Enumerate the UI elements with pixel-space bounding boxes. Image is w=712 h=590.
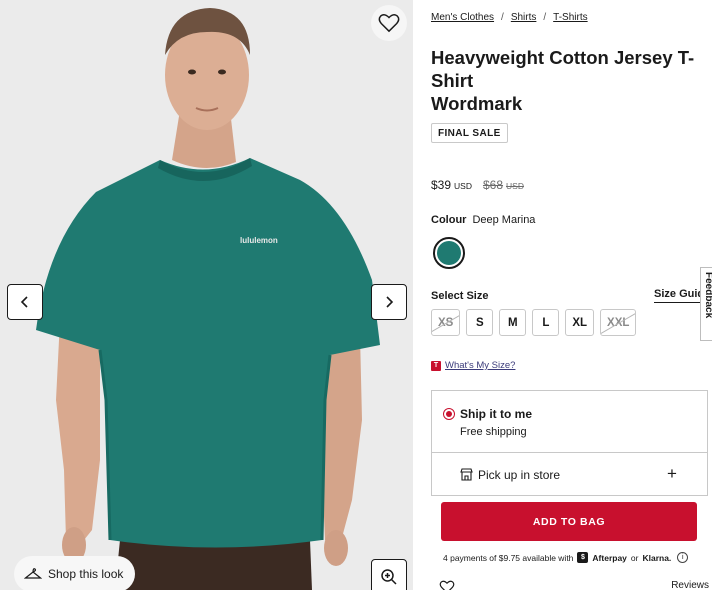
fulfillment-options: Ship it to me Free shipping Pick up in s… — [431, 390, 708, 496]
colour-label: Colour — [431, 214, 467, 226]
installment-info: 4 payments of $9.75 available with $ Aft… — [443, 552, 689, 563]
heart-icon[interactable] — [439, 580, 455, 590]
colour-row: Colour Deep Marina — [431, 214, 535, 226]
feedback-tab[interactable]: Feedback — [700, 267, 712, 341]
chevron-left-icon — [20, 296, 28, 308]
next-image-button[interactable] — [371, 284, 407, 320]
pickup-in-store-option[interactable]: Pick up in store + — [432, 453, 707, 495]
previous-image-button[interactable] — [7, 284, 43, 320]
current-price-currency: USD — [454, 181, 472, 191]
bottom-actions: Reviews — [439, 580, 709, 590]
breadcrumb-mens-clothes[interactable]: Men's Clothes — [431, 12, 494, 23]
reviews-link[interactable]: Reviews — [671, 580, 709, 590]
breadcrumb-shirts[interactable]: Shirts — [511, 12, 537, 23]
product-title: Heavyweight Cotton Jersey T-Shirt Wordma… — [431, 46, 711, 115]
product-title-sub: Wordmark — [431, 93, 523, 114]
original-price-currency: USD — [506, 181, 524, 191]
installment-text: 4 payments of $9.75 available with — [443, 552, 574, 563]
breadcrumb: Men's Clothes / Shirts / T-Shirts — [431, 12, 588, 23]
heart-icon — [378, 14, 400, 33]
whats-my-size[interactable]: T What's My Size? — [431, 360, 515, 371]
shop-this-look-button[interactable]: Shop this look — [14, 556, 136, 590]
colour-swatch-deep-marina[interactable] — [433, 237, 465, 269]
product-image-gallery: lululemon Shop this look — [0, 0, 413, 590]
swatch-fill — [437, 241, 461, 265]
final-sale-badge: FINAL SALE — [431, 123, 508, 143]
product-title-main: Heavyweight Cotton Jersey T-Shirt — [431, 47, 695, 91]
size-option-xs[interactable]: XS — [431, 309, 461, 336]
whats-my-size-link[interactable]: What's My Size? — [445, 360, 515, 371]
breadcrumb-separator: / — [501, 12, 504, 23]
breadcrumb-separator: / — [543, 12, 547, 23]
svg-text:lululemon: lululemon — [240, 236, 278, 245]
ship-it-option[interactable]: Ship it to me Free shipping — [432, 391, 707, 453]
product-photo: lululemon — [0, 0, 413, 590]
select-size-label: Select Size — [431, 290, 489, 302]
ship-radio-button[interactable] — [443, 408, 455, 420]
size-options: XS S M L XL XXL — [431, 309, 637, 336]
price: $39 USD $68 USD — [431, 178, 524, 192]
info-icon[interactable]: i — [677, 552, 689, 563]
expand-icon[interactable]: + — [667, 464, 677, 484]
wishlist-button[interactable] — [371, 5, 407, 41]
colour-name: Deep Marina — [472, 214, 536, 226]
true-fit-icon: T — [431, 360, 441, 371]
afterpay-icon: $ — [577, 552, 589, 563]
size-option-m[interactable]: M — [499, 309, 527, 336]
afterpay-label: Afterpay — [592, 552, 627, 563]
breadcrumb-t-shirts[interactable]: T-Shirts — [553, 12, 587, 23]
pickup-label: Pick up in store — [478, 468, 561, 482]
current-price: $39 — [431, 178, 452, 192]
add-to-bag-button[interactable]: ADD TO BAG — [441, 502, 697, 541]
original-price: $68 — [482, 178, 504, 192]
ship-subtitle: Free shipping — [460, 426, 527, 438]
installment-or: or — [630, 552, 639, 563]
radio-selected-dot — [446, 411, 452, 417]
size-option-s[interactable]: S — [466, 309, 494, 336]
size-option-xl[interactable]: XL — [565, 309, 595, 336]
store-icon — [460, 468, 473, 481]
klarna-label: Klarna. — [642, 552, 672, 563]
zoom-in-icon — [381, 569, 397, 585]
hanger-icon — [24, 568, 42, 579]
ship-title: Ship it to me — [460, 407, 532, 421]
size-option-l[interactable]: L — [532, 309, 560, 336]
product-details-panel: Men's Clothes / Shirts / T-Shirts Heavyw… — [431, 0, 712, 590]
chevron-right-icon — [386, 296, 394, 308]
size-option-xxl[interactable]: XXL — [600, 309, 637, 336]
feedback-label: Feedback — [703, 272, 712, 319]
zoom-button[interactable] — [371, 559, 407, 590]
shop-this-look-label: Shop this look — [48, 567, 124, 581]
